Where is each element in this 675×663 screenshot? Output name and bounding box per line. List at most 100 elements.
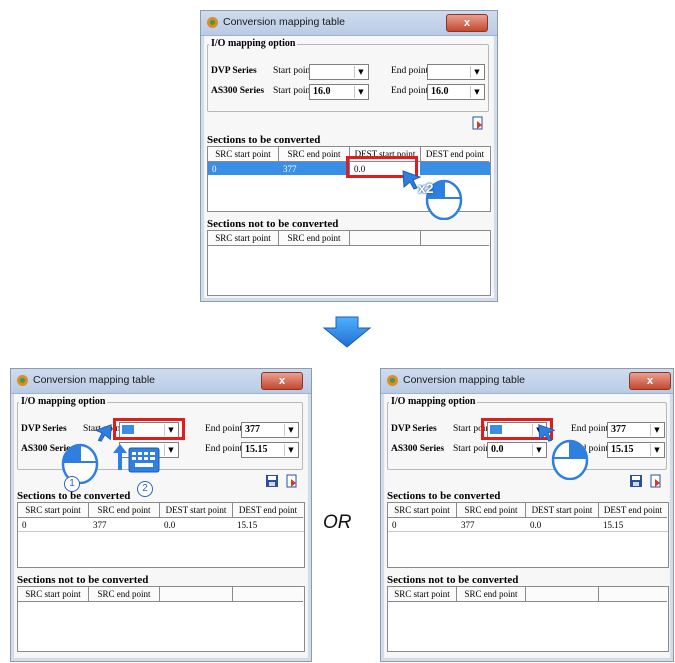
cell-dest-start: 0.0 <box>530 520 542 530</box>
not-converted-table: SRC start point SRC end point <box>387 586 669 652</box>
as300-end-combo[interactable]: 15.15 ▼ <box>607 442 665 458</box>
as300-start-combo[interactable]: 16.0 ▼ <box>309 84 369 100</box>
sections-not-converted-title: Sections not to be converted <box>207 218 339 230</box>
column-header[interactable] <box>599 587 667 602</box>
converted-table: SRC start point SRC end point DEST start… <box>387 502 669 568</box>
column-header[interactable]: SRC start point <box>208 231 279 246</box>
column-header[interactable]: DEST end point <box>599 503 667 518</box>
column-header[interactable] <box>233 587 303 602</box>
double-click-badge: x2 <box>418 180 434 196</box>
column-header[interactable] <box>421 231 489 246</box>
close-button[interactable]: x <box>261 372 303 390</box>
column-header[interactable] <box>350 231 421 246</box>
title-bar: Conversion mapping table x <box>381 369 673 394</box>
combo-value: 377 <box>611 424 626 435</box>
close-button[interactable]: x <box>629 372 671 390</box>
export-icon[interactable] <box>471 116 485 130</box>
start-point-label: Start point <box>273 86 313 96</box>
end-point-label: End point <box>205 424 243 434</box>
window-title: Conversion mapping table <box>33 374 155 386</box>
export-icon[interactable] <box>649 474 663 488</box>
dvp-start-combo[interactable]: ▼ <box>309 64 369 80</box>
cell-src-end: 377 <box>461 520 475 530</box>
app-icon <box>387 375 398 386</box>
sections-not-converted-title: Sections not to be converted <box>387 574 519 586</box>
cursor-arrow-icon <box>94 424 112 442</box>
close-button[interactable]: x <box>446 14 488 32</box>
dvp-end-combo[interactable]: ▼ <box>427 64 485 80</box>
chevron-down-icon[interactable]: ▼ <box>650 424 663 436</box>
mouse-icon <box>551 439 589 480</box>
sections-not-converted-title: Sections not to be converted <box>17 574 149 586</box>
column-header[interactable]: SRC start point <box>18 503 89 518</box>
or-label: OR <box>323 512 352 533</box>
io-mapping-title: I/O mapping option <box>19 396 108 407</box>
not-converted-table: SRC start point SRC end point <box>17 586 305 652</box>
table-row[interactable] <box>388 518 668 532</box>
save-icon[interactable] <box>629 474 643 488</box>
cell-src-start: 0 <box>392 520 397 530</box>
column-header[interactable]: SRC start point <box>388 587 457 602</box>
column-header[interactable]: SRC end point <box>279 147 350 162</box>
as300-series-label: AS300 Series <box>391 444 445 454</box>
io-mapping-title: I/O mapping option <box>389 396 478 407</box>
combo-value: 0.0 <box>491 444 504 455</box>
column-header[interactable]: SRC end point <box>457 587 526 602</box>
chevron-down-icon[interactable]: ▼ <box>284 424 297 436</box>
column-header[interactable]: SRC start point <box>388 503 457 518</box>
column-header[interactable]: SRC end point <box>457 503 526 518</box>
cell-dest-end: 15.15 <box>603 520 624 530</box>
combo-value: 377 <box>245 424 260 435</box>
end-point-label: End point <box>391 86 429 96</box>
dvp-end-combo[interactable]: 377 ▼ <box>607 422 665 438</box>
column-header[interactable]: SRC end point <box>89 503 160 518</box>
column-header[interactable]: DEST end point <box>421 147 489 162</box>
dialog-content: I/O mapping option DVP Series Start poin… <box>385 394 669 657</box>
column-header[interactable]: SRC start point <box>18 587 89 602</box>
column-header[interactable] <box>526 587 599 602</box>
dvp-end-combo[interactable]: 377 ▼ <box>241 422 299 438</box>
cell-src-end: 377 <box>93 520 107 530</box>
export-icon[interactable] <box>285 474 299 488</box>
converted-table: SRC start point SRC end point DEST start… <box>17 502 305 568</box>
combo-value: 16.0 <box>313 86 331 97</box>
combo-value: 15.15 <box>245 444 268 455</box>
as300-series-label: AS300 Series <box>211 86 265 96</box>
chevron-down-icon[interactable]: ▼ <box>532 444 545 456</box>
end-point-label: End point <box>571 424 609 434</box>
column-header[interactable] <box>160 587 233 602</box>
column-header[interactable]: SRC end point <box>89 587 160 602</box>
save-icon[interactable] <box>265 474 279 488</box>
sections-converted-title: Sections to be converted <box>207 134 321 146</box>
window-title: Conversion mapping table <box>403 374 525 386</box>
conversion-window-right: Conversion mapping table x I/O mapping o… <box>380 368 674 662</box>
column-header[interactable]: SRC start point <box>208 147 279 162</box>
chevron-down-icon[interactable]: ▼ <box>284 444 297 456</box>
step-1-badge: 1 <box>64 476 80 492</box>
cell-dest-end: 15.15 <box>237 520 258 530</box>
chevron-down-icon[interactable]: ▼ <box>164 444 177 456</box>
column-header[interactable]: SRC end point <box>279 231 350 246</box>
column-header[interactable]: DEST start point <box>160 503 233 518</box>
up-arrow-icon <box>113 444 127 470</box>
chevron-down-icon[interactable]: ▼ <box>470 86 483 98</box>
as300-end-combo[interactable]: 15.15 ▼ <box>241 442 299 458</box>
chevron-down-icon[interactable]: ▼ <box>354 66 367 78</box>
column-header[interactable]: DEST end point <box>233 503 303 518</box>
cell-src-start: 0 <box>212 164 217 174</box>
as300-end-combo[interactable]: 16.0 ▼ <box>427 84 485 100</box>
as300-start-combo[interactable]: 0.0 ▼ <box>487 442 547 458</box>
chevron-down-icon[interactable]: ▼ <box>354 86 367 98</box>
io-mapping-title: I/O mapping option <box>209 38 298 49</box>
cell-src-end: 377 <box>283 164 297 174</box>
end-point-label: End point <box>205 444 243 454</box>
chevron-down-icon[interactable]: ▼ <box>650 444 663 456</box>
chevron-down-icon[interactable]: ▼ <box>470 66 483 78</box>
not-converted-table: SRC start point SRC end point <box>207 230 491 296</box>
dvp-series-label: DVP Series <box>21 424 67 434</box>
column-header[interactable]: DEST start point <box>526 503 599 518</box>
down-arrow-icon <box>322 316 372 348</box>
step-2-badge: 2 <box>137 481 153 497</box>
table-row[interactable] <box>18 518 304 532</box>
start-point-label: Start point <box>273 66 313 76</box>
